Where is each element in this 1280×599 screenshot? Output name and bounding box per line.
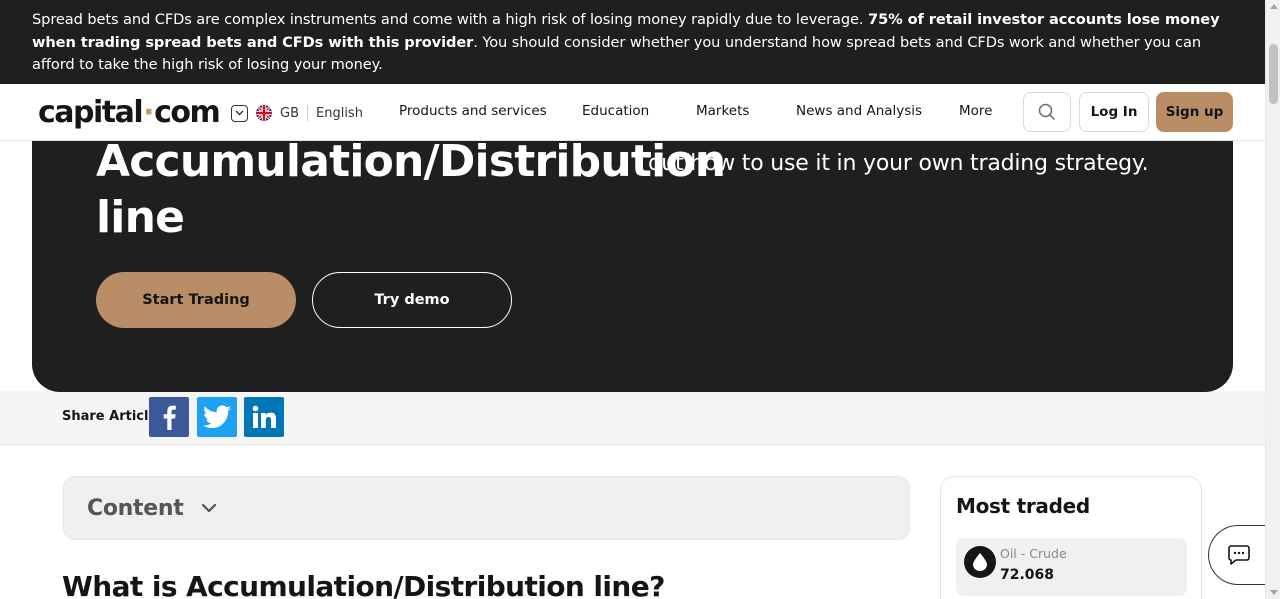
linkedin-icon[interactable] xyxy=(244,397,284,437)
content-toc-dropdown[interactable]: Content xyxy=(63,476,910,540)
country-code: GB xyxy=(280,105,299,121)
facebook-icon[interactable] xyxy=(149,397,189,437)
risk-warning-banner: Spread bets and CFDs are complex instrum… xyxy=(0,0,1265,84)
nav-products[interactable]: Products and services xyxy=(399,103,547,119)
instrument-name: Oil - Crude xyxy=(1000,546,1067,561)
most-traded-title: Most traded xyxy=(956,494,1090,518)
twitter-icon[interactable] xyxy=(197,397,237,437)
search-button[interactable] xyxy=(1023,92,1071,132)
risk-warning-text: Spread bets and CFDs are complex instrum… xyxy=(32,11,869,28)
login-button[interactable]: Log In xyxy=(1079,92,1149,132)
toc-label: Content xyxy=(87,495,184,521)
chat-icon xyxy=(1227,545,1250,565)
search-icon xyxy=(1038,103,1056,121)
scroll-up-icon[interactable] xyxy=(1270,4,1278,9)
locale-selector[interactable]: GB English xyxy=(231,103,363,123)
nav-markets[interactable]: Markets xyxy=(696,103,749,119)
scroll-down-icon[interactable] xyxy=(1270,590,1278,595)
scrollbar-thumb[interactable] xyxy=(1269,44,1278,104)
nav-more[interactable]: More xyxy=(959,103,992,119)
instrument-price: 72.068 xyxy=(1000,567,1055,583)
site-header: capital · com GB English Products and serv… xyxy=(0,84,1265,141)
uk-flag-icon xyxy=(256,105,272,121)
article-heading: What is Accumulation/Distribution line? xyxy=(62,570,665,599)
chat-button[interactable] xyxy=(1208,525,1268,585)
logo-text-right: com xyxy=(154,94,221,130)
logo-dot: · xyxy=(143,94,154,130)
page-title: Accumulation/Distribution line xyxy=(96,136,726,243)
chevron-down-icon xyxy=(201,503,217,513)
share-article-label: Share Article xyxy=(62,409,158,424)
chevron-down-icon xyxy=(231,104,248,122)
capital-logo[interactable]: capital · com xyxy=(38,94,221,130)
try-demo-button[interactable]: Try demo xyxy=(312,272,512,328)
logo-text-left: capital xyxy=(38,94,144,130)
most-traded-card: Most traded Oil - Crude 72.068 xyxy=(940,476,1202,599)
share-bar: Share Article xyxy=(0,391,1265,445)
oil-drop-icon xyxy=(964,546,996,578)
nav-news-analysis[interactable]: News and Analysis xyxy=(796,103,922,119)
locale-divider xyxy=(307,105,308,121)
signup-button[interactable]: Sign up xyxy=(1156,92,1233,132)
most-traded-item[interactable]: Oil - Crude 72.068 xyxy=(956,538,1187,596)
start-trading-button[interactable]: Start Trading xyxy=(96,272,296,328)
page-scrollbar[interactable] xyxy=(1265,0,1280,599)
language-label: English xyxy=(316,105,363,121)
nav-education[interactable]: Education xyxy=(582,103,649,119)
